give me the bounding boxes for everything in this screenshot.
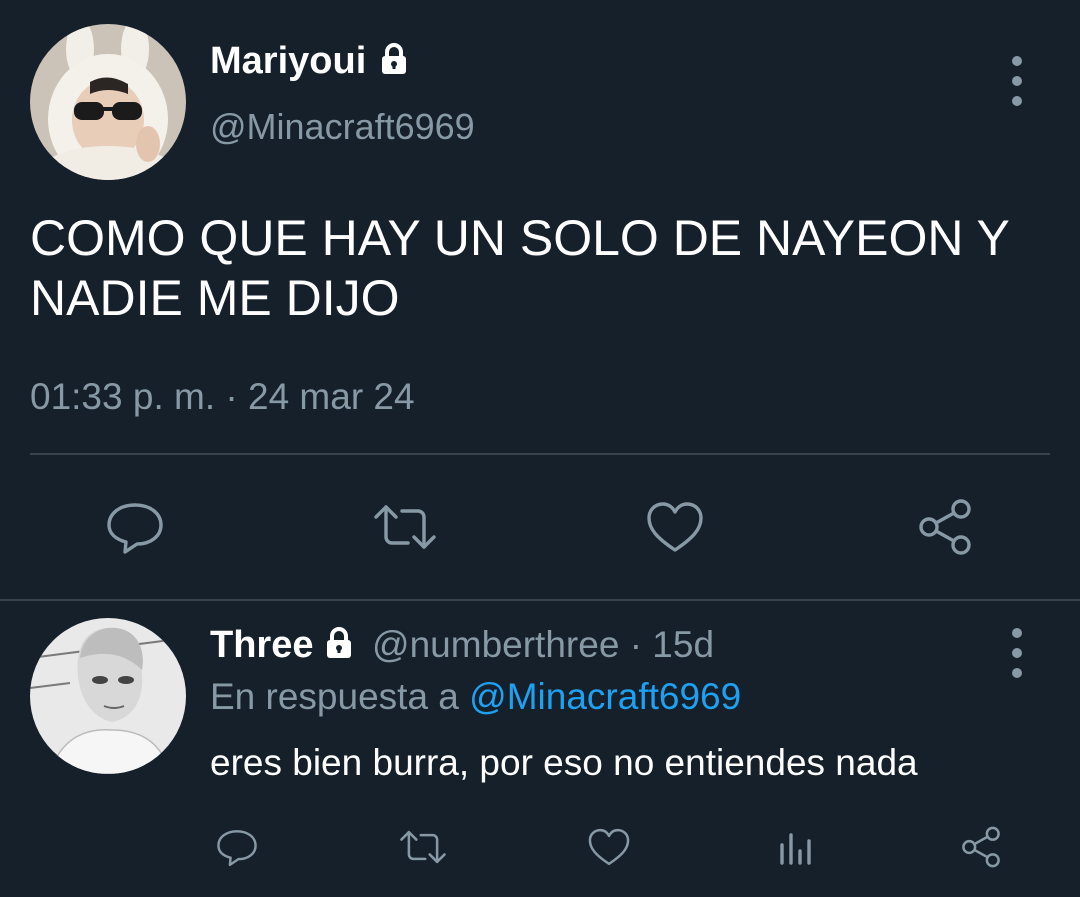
lock-icon bbox=[381, 42, 406, 74]
reply-display-name[interactable]: Three bbox=[210, 624, 313, 666]
divider bbox=[0, 599, 1080, 601]
avatar-image bbox=[30, 618, 186, 774]
reply-age: · 15d bbox=[629, 624, 715, 665]
main-display-name-row: Mariyoui bbox=[210, 40, 409, 83]
share-button[interactable] bbox=[956, 824, 1006, 870]
reply-icon bbox=[107, 503, 163, 554]
share-button[interactable] bbox=[910, 495, 980, 559]
main-tweet-text-line1: COMO QUE HAY UN SOLO DE NAYEON Y bbox=[30, 210, 1010, 266]
avatar-image bbox=[30, 24, 186, 180]
retweet-icon bbox=[400, 830, 446, 864]
retweet-icon bbox=[374, 505, 436, 549]
main-handle[interactable]: @Minacraft6969 bbox=[210, 106, 475, 148]
reply-text: eres bien burra, por eso no entiendes na… bbox=[210, 742, 918, 783]
reply-to-mention[interactable]: @Minacraft6969 bbox=[469, 676, 741, 717]
lock-icon bbox=[326, 627, 351, 659]
share-icon bbox=[919, 499, 971, 555]
reply-header: Three @numberthree · 15d bbox=[210, 624, 714, 667]
share-icon bbox=[962, 826, 1000, 868]
reply-button[interactable] bbox=[212, 824, 262, 870]
avatar-three[interactable] bbox=[30, 618, 186, 774]
retweet-button[interactable] bbox=[396, 824, 450, 870]
like-button[interactable] bbox=[640, 495, 710, 559]
analytics-icon bbox=[780, 833, 811, 865]
main-tweet-text: COMO QUE HAY UN SOLO DE NAYEON Y NADIE M… bbox=[30, 208, 1010, 328]
more-options-icon[interactable] bbox=[1010, 628, 1024, 678]
like-icon bbox=[647, 502, 703, 552]
reply-context: En respuesta a @Minacraft6969 bbox=[210, 676, 741, 718]
reply-handle[interactable]: @numberthree bbox=[372, 624, 619, 665]
avatar-mariyoui[interactable] bbox=[30, 24, 186, 180]
reply-button[interactable] bbox=[100, 495, 170, 559]
main-tweet-text-line2: NADIE ME DIJO bbox=[30, 270, 400, 326]
main-timestamp[interactable]: 01:33 p. m. · 24 mar 24 bbox=[30, 376, 415, 418]
reply-icon bbox=[217, 830, 257, 867]
like-button[interactable] bbox=[584, 824, 634, 870]
divider bbox=[30, 453, 1050, 455]
more-options-icon[interactable] bbox=[1010, 56, 1024, 106]
retweet-button[interactable] bbox=[368, 495, 442, 559]
analytics-button[interactable] bbox=[774, 824, 818, 870]
reply-context-prefix: En respuesta a bbox=[210, 676, 459, 717]
main-display-name[interactable]: Mariyoui bbox=[210, 40, 366, 82]
like-icon bbox=[588, 828, 630, 866]
